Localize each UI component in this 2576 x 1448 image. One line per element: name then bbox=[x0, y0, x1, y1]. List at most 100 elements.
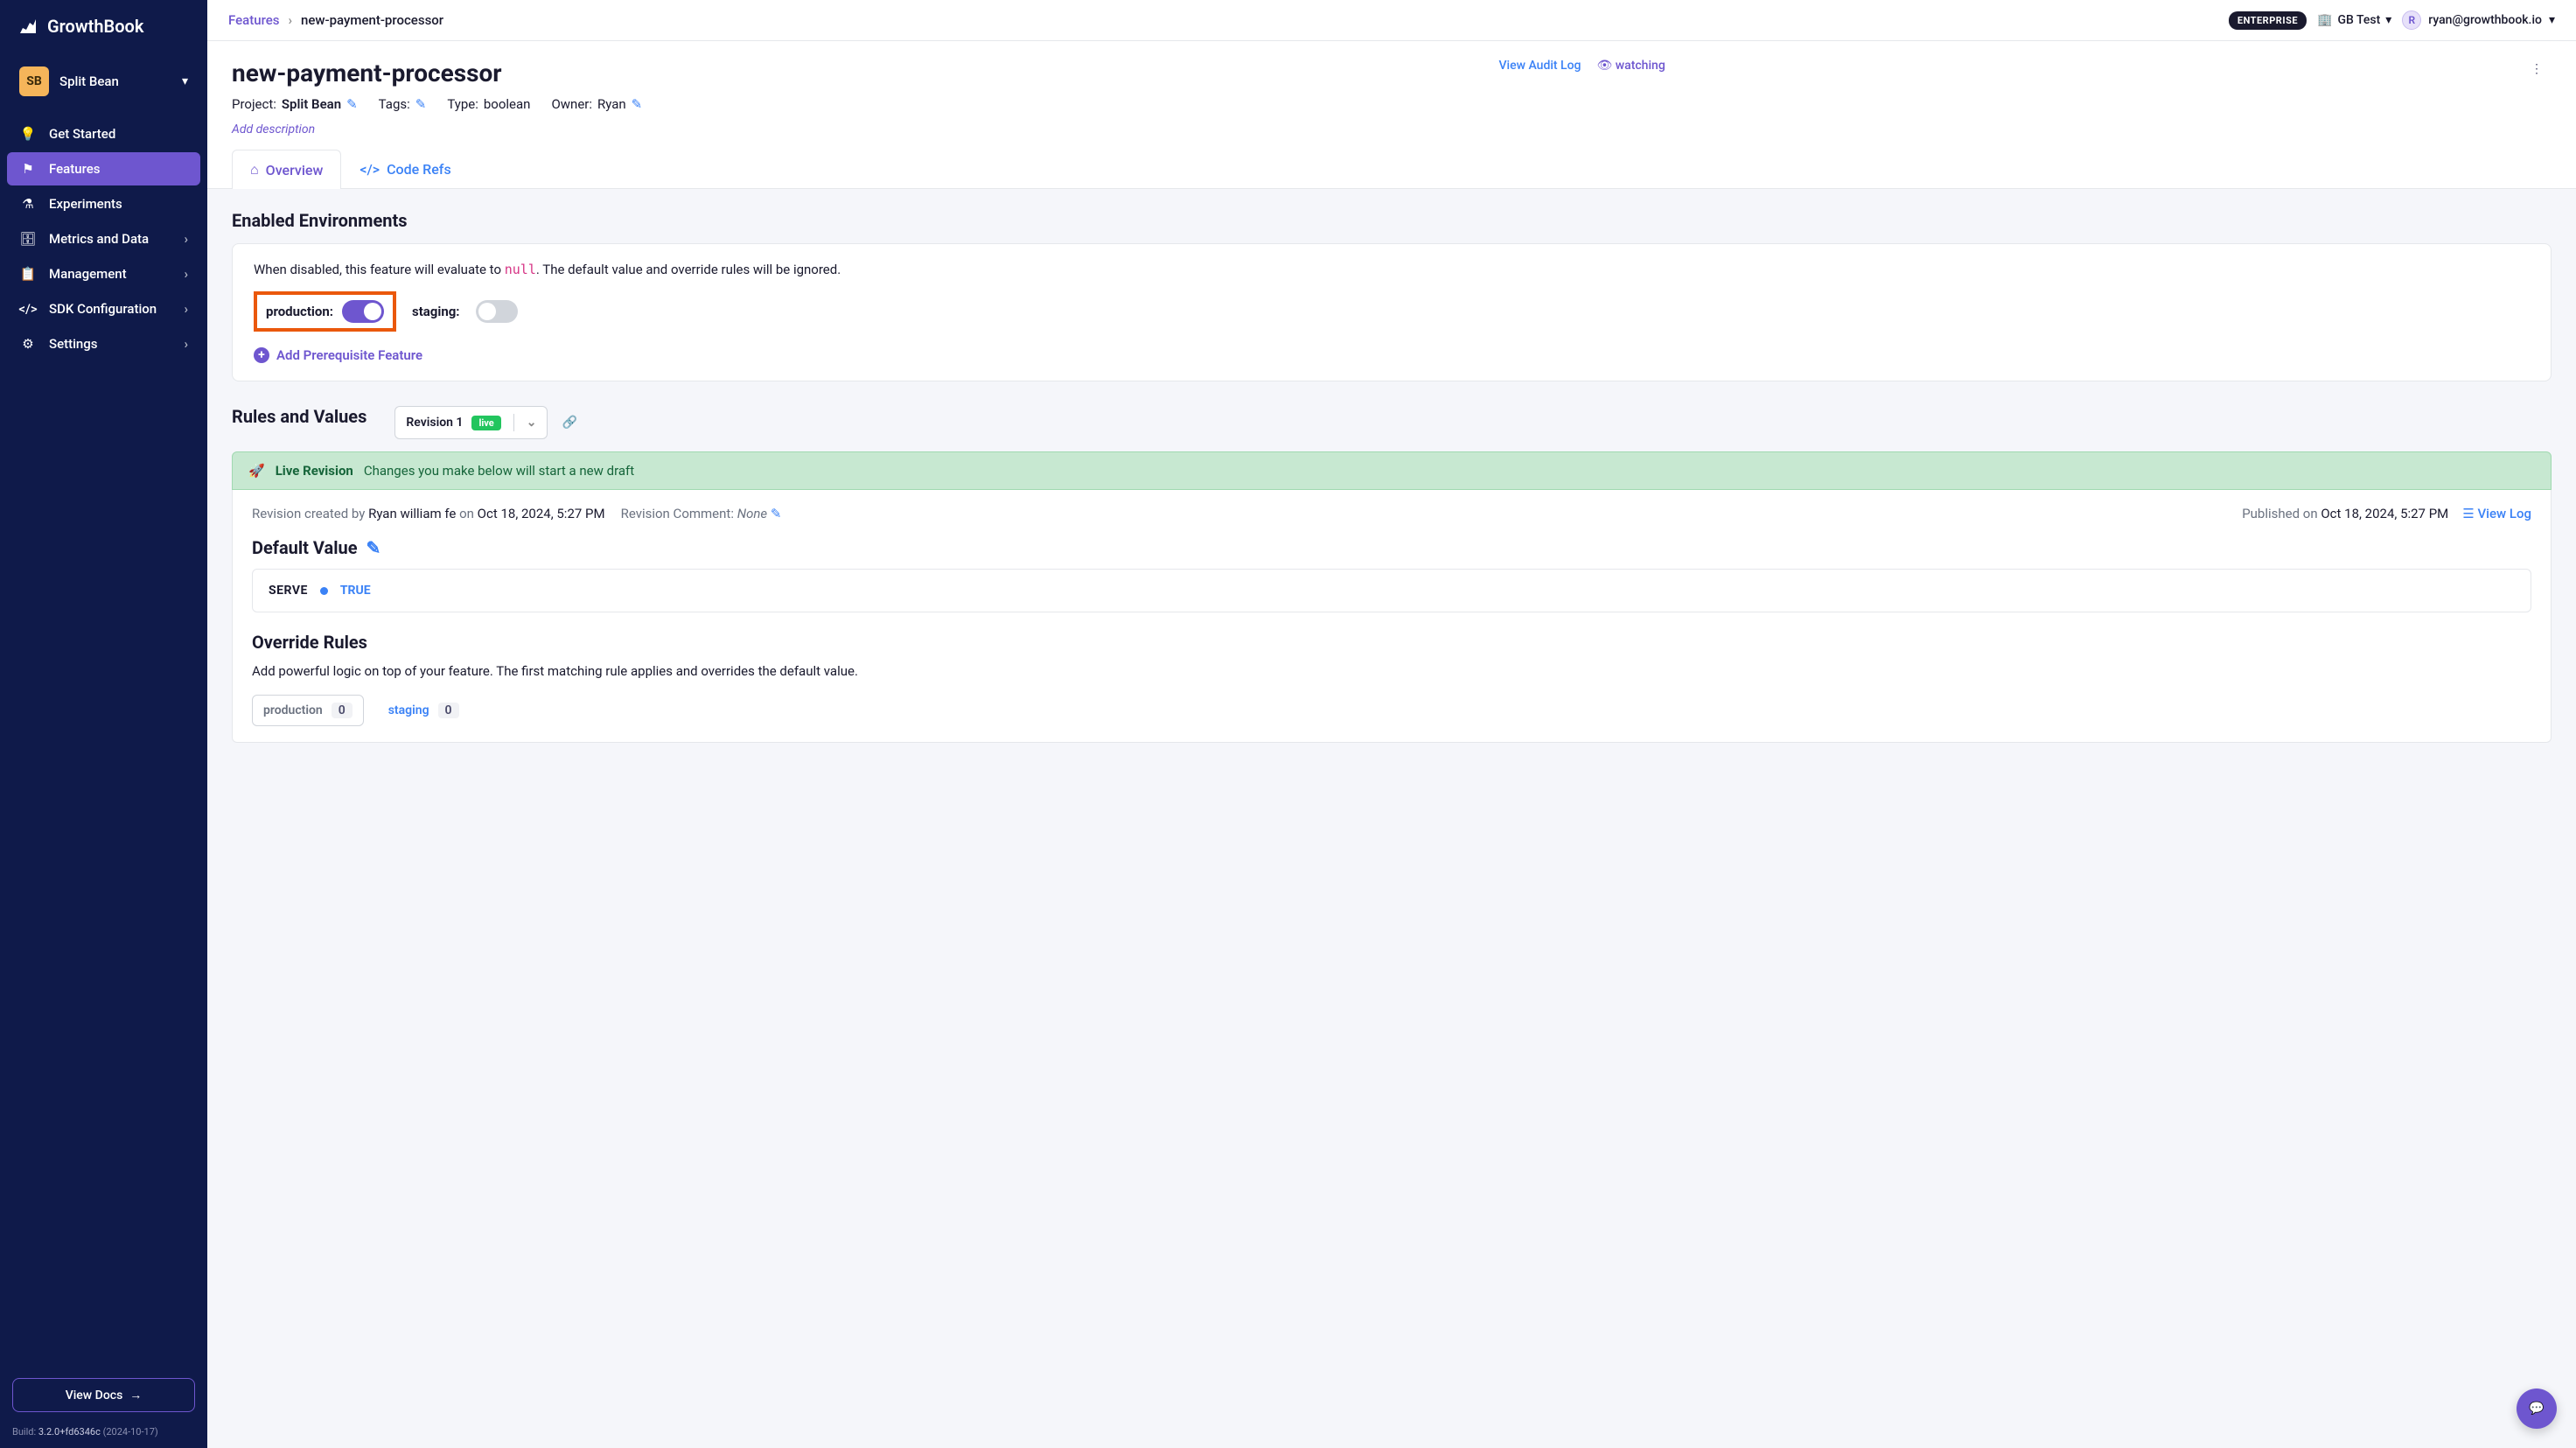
revision-created-info: Revision created by Ryan william fe on O… bbox=[252, 506, 605, 521]
serve-label: SERVE bbox=[269, 584, 308, 598]
flask-icon: ⚗ bbox=[19, 196, 37, 212]
watching-toggle[interactable]: 👁 watching bbox=[1597, 59, 1665, 73]
user-email: ryan@growthbook.io bbox=[2428, 13, 2542, 27]
nav-label: Features bbox=[49, 161, 100, 177]
rules-values-title: Rules and Values bbox=[232, 406, 367, 427]
view-docs-button[interactable]: View Docs → bbox=[12, 1378, 195, 1412]
database-icon: 🗄 bbox=[19, 231, 37, 247]
list-icon: ☰ bbox=[2462, 506, 2474, 521]
app-logo[interactable]: GrowthBook bbox=[0, 0, 207, 52]
meta-tags: Tags: ✎ bbox=[379, 96, 427, 112]
more-options-button[interactable]: ⋮ bbox=[2522, 59, 2552, 80]
live-revision-banner: 🚀 Live Revision Changes you make below w… bbox=[232, 451, 2552, 490]
nav-label: Get Started bbox=[49, 126, 115, 142]
app-name: GrowthBook bbox=[47, 16, 143, 37]
tab-overview[interactable]: ⌂ Overview bbox=[232, 150, 341, 189]
staging-toggle[interactable] bbox=[476, 300, 518, 323]
kebab-icon: ⋮ bbox=[2531, 62, 2543, 76]
nav-label: Management bbox=[49, 266, 127, 282]
chevron-right-icon: › bbox=[184, 336, 188, 352]
nav-label: Metrics and Data bbox=[49, 231, 149, 247]
plus-icon: + bbox=[254, 347, 269, 363]
production-toggle[interactable] bbox=[342, 300, 384, 323]
meta-owner: Owner: Ryan ✎ bbox=[551, 96, 642, 112]
chevron-right-icon: › bbox=[288, 12, 292, 28]
view-audit-log-link[interactable]: View Audit Log bbox=[1498, 59, 1581, 73]
growthbook-icon bbox=[17, 16, 38, 37]
chat-fab-button[interactable]: 💬 bbox=[2517, 1389, 2557, 1429]
edit-comment-icon[interactable]: ✎ bbox=[771, 506, 782, 521]
chevron-right-icon: › bbox=[184, 231, 188, 247]
override-rules-desc: Add powerful logic on top of your featur… bbox=[252, 663, 2531, 679]
chevron-right-icon: › bbox=[184, 266, 188, 282]
default-value-box: SERVE TRUE bbox=[252, 569, 2531, 612]
banner-desc: Changes you make below will start a new … bbox=[364, 463, 634, 479]
edit-default-value-icon[interactable]: ✎ bbox=[367, 537, 381, 558]
project-badge: SB bbox=[19, 66, 49, 96]
edit-tags-icon[interactable]: ✎ bbox=[415, 96, 427, 112]
sidebar: GrowthBook SB Split Bean ▾ 💡 Get Started… bbox=[0, 0, 207, 1448]
breadcrumb-features-link[interactable]: Features bbox=[228, 12, 279, 28]
add-prereq-label: Add Prerequisite Feature bbox=[276, 347, 422, 363]
nav-management[interactable]: 📋 Management › bbox=[7, 257, 200, 290]
nav-features[interactable]: ⚑ Features bbox=[7, 152, 200, 185]
meta-type: Type: boolean bbox=[447, 96, 530, 112]
value-dot-icon bbox=[320, 587, 328, 595]
tab-label: production bbox=[263, 703, 323, 717]
code-icon: </> bbox=[19, 301, 37, 317]
nav-label: Experiments bbox=[49, 196, 122, 212]
permalink-button[interactable]: 🔗 bbox=[562, 416, 576, 430]
nav-settings[interactable]: ⚙ Settings › bbox=[7, 327, 200, 360]
breadcrumb: Features › new-payment-processor bbox=[228, 12, 443, 28]
chevron-right-icon: › bbox=[184, 301, 188, 317]
chevron-down-icon: ⌄ bbox=[527, 416, 537, 430]
project-selector[interactable]: SB Split Bean ▾ bbox=[10, 59, 197, 103]
tab-code-refs[interactable]: </> Code Refs bbox=[341, 149, 469, 188]
tab-label: Code Refs bbox=[387, 161, 451, 178]
feature-tabs: ⌂ Overview </> Code Refs bbox=[232, 149, 2552, 188]
org-name: GB Test bbox=[2337, 13, 2380, 27]
org-selector[interactable]: 🏢 GB Test ▾ bbox=[2317, 13, 2391, 27]
tab-label: staging bbox=[388, 703, 429, 717]
override-tab-production[interactable]: production 0 bbox=[252, 695, 364, 726]
count-badge: 0 bbox=[438, 703, 459, 718]
chevron-down-icon: ▾ bbox=[182, 74, 188, 88]
nav-experiments[interactable]: ⚗ Experiments bbox=[7, 187, 200, 220]
tab-label: Overview bbox=[266, 162, 324, 178]
user-avatar: R bbox=[2402, 10, 2421, 30]
edit-project-icon[interactable]: ✎ bbox=[346, 96, 358, 112]
banner-title: Live Revision bbox=[276, 463, 353, 479]
revision-label: Revision 1 bbox=[406, 416, 463, 430]
count-badge: 0 bbox=[332, 703, 353, 718]
production-label: production: bbox=[266, 304, 333, 319]
caret-down-icon: ▾ bbox=[2549, 13, 2555, 27]
serve-value: TRUE bbox=[340, 584, 371, 598]
nav-get-started[interactable]: 💡 Get Started bbox=[7, 117, 200, 150]
production-toggle-highlight: production: bbox=[254, 291, 396, 332]
caret-down-icon: ▾ bbox=[2385, 13, 2391, 27]
main-nav: 💡 Get Started ⚑ Features ⚗ Experiments 🗄… bbox=[0, 114, 207, 1368]
nav-sdk-config[interactable]: </> SDK Configuration › bbox=[7, 292, 200, 325]
add-description-link[interactable]: Add description bbox=[232, 122, 315, 136]
user-menu[interactable]: R ryan@growthbook.io ▾ bbox=[2402, 10, 2555, 30]
nav-metrics-data[interactable]: 🗄 Metrics and Data › bbox=[7, 222, 200, 255]
eye-icon: 👁 bbox=[1597, 59, 1613, 73]
edit-owner-icon[interactable]: ✎ bbox=[632, 96, 643, 112]
published-info: Published on Oct 18, 2024, 5:27 PM bbox=[2242, 506, 2448, 521]
building-icon: 🏢 bbox=[2317, 13, 2332, 27]
clipboard-icon: 📋 bbox=[19, 266, 37, 282]
override-rules-title: Override Rules bbox=[252, 632, 2531, 653]
revision-selector[interactable]: Revision 1 live ⌄ bbox=[394, 406, 548, 439]
meta-project: Project: Split Bean ✎ bbox=[232, 96, 358, 112]
code-icon: </> bbox=[360, 161, 380, 178]
nav-label: Settings bbox=[49, 336, 98, 352]
arrow-right-icon: → bbox=[129, 1388, 142, 1403]
enabled-env-card: When disabled, this feature will evaluat… bbox=[232, 243, 2552, 381]
enabled-env-title: Enabled Environments bbox=[232, 210, 2552, 231]
home-icon: ⌂ bbox=[250, 161, 259, 178]
add-prerequisite-button[interactable]: + Add Prerequisite Feature bbox=[254, 347, 2530, 363]
revision-comment-info: Revision Comment: None ✎ bbox=[621, 506, 782, 521]
override-tab-staging[interactable]: staging 0 bbox=[378, 695, 470, 726]
page-header: new-payment-processor Project: Split Bea… bbox=[207, 41, 2576, 189]
view-log-link[interactable]: ☰ View Log bbox=[2462, 506, 2531, 521]
